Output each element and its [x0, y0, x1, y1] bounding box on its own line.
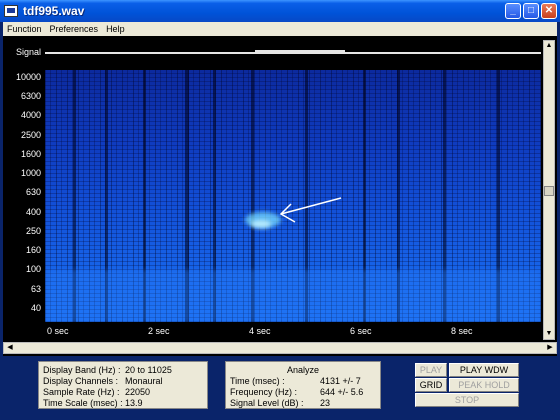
- menu-function[interactable]: Function: [3, 24, 46, 34]
- frequency-tick-label: 400: [25, 206, 41, 217]
- vertical-scrollbar[interactable]: ▲ ▼: [543, 40, 555, 340]
- frequency-tick-label: 1600: [20, 148, 41, 159]
- minimize-button[interactable]: _: [505, 3, 521, 19]
- analyze-frequency-key: Frequency (Hz) :: [230, 387, 298, 397]
- app-icon: [4, 5, 18, 17]
- analyze-panel: Analyze Time (msec) : 4131 +/- 7 Frequenc…: [225, 361, 381, 409]
- annotation-arrow: [279, 197, 342, 223]
- frequency-tick-label: 10000: [15, 72, 41, 82]
- status-panel-area: Display Band (Hz) : 20 to 11025 Display C…: [3, 356, 557, 417]
- time-tick-label: 0 sec: [47, 326, 69, 336]
- time-axis: 0 sec 2 sec 4 sec 6 sec 8 sec: [45, 324, 541, 338]
- analyze-time-value: 4131 +/- 7: [320, 376, 361, 386]
- display-band-value: 20 to 11025: [125, 365, 172, 375]
- time-tick-label: 2 sec: [148, 326, 170, 336]
- frequency-tick-label: 250: [25, 225, 41, 236]
- menu-bar: Function Preferences Help: [3, 22, 557, 36]
- display-channels-key: Display Channels :: [43, 376, 119, 386]
- frequency-tick-label: 4000: [20, 110, 41, 121]
- analyze-frequency-value: 644 +/- 5.6: [320, 387, 364, 397]
- window-title: tdf995.wav: [23, 4, 85, 18]
- display-band-key: Display Band (Hz) :: [43, 365, 121, 375]
- frequency-tick-label: 160: [25, 245, 41, 256]
- analyze-level-value: 23: [320, 398, 331, 408]
- stop-button[interactable]: STOP: [415, 393, 519, 407]
- frequency-tick-label: 630: [25, 187, 41, 198]
- time-scale-value: 13.9: [125, 398, 143, 408]
- analyze-title: Analyze: [286, 365, 320, 375]
- play-window-button[interactable]: PLAY WDW: [449, 363, 519, 377]
- maximize-button[interactable]: □: [523, 3, 539, 19]
- scroll-left-icon[interactable]: ◀: [4, 343, 16, 353]
- close-button[interactable]: ✕: [541, 3, 557, 19]
- scroll-up-icon[interactable]: ▲: [544, 41, 554, 51]
- frequency-tick-label: 40: [30, 302, 41, 313]
- analyze-level-key: Signal Level (dB) :: [230, 398, 304, 408]
- sample-rate-value: 22050: [125, 387, 151, 397]
- signal-label: Signal: [15, 47, 41, 57]
- main-view: Signal 10000 6300 4000 2500 1600 1000 630 400 25…: [3, 36, 557, 417]
- vertical-scroll-thumb[interactable]: [544, 186, 554, 196]
- horizontal-scrollbar[interactable]: ◀ ▶: [3, 342, 557, 354]
- time-tick-label: 8 sec: [451, 326, 473, 336]
- spectrogram[interactable]: [45, 70, 541, 322]
- frequency-tick-label: 100: [25, 264, 41, 275]
- time-scale-key: Time Scale (msec) :: [43, 398, 123, 408]
- scroll-right-icon[interactable]: ▶: [544, 343, 556, 353]
- sample-rate-key: Sample Rate (Hz) :: [43, 387, 120, 397]
- frequency-tick-label: 63: [30, 283, 41, 294]
- frequency-tick-label: 1000: [20, 168, 41, 179]
- display-info-panel: Display Band (Hz) : 20 to 11025 Display C…: [38, 361, 208, 409]
- analyze-time-key: Time (msec) :: [230, 376, 285, 386]
- title-bar: tdf995.wav _ □ ✕: [0, 0, 560, 22]
- time-tick-label: 4 sec: [249, 326, 271, 336]
- frequency-tick-label: 6300: [20, 91, 41, 102]
- menu-help[interactable]: Help: [102, 24, 129, 34]
- scroll-down-icon[interactable]: ▼: [544, 329, 554, 339]
- time-tick-label: 6 sec: [350, 326, 372, 336]
- play-button[interactable]: PLAY: [415, 363, 447, 377]
- grid-button[interactable]: GRID: [415, 378, 447, 392]
- frequency-tick-label: 2500: [20, 129, 41, 140]
- menu-preferences[interactable]: Preferences: [46, 24, 103, 34]
- signal-waveform: [45, 40, 541, 66]
- display-channels-value: Monaural: [125, 376, 163, 386]
- peak-hold-button[interactable]: PEAK HOLD: [449, 378, 519, 392]
